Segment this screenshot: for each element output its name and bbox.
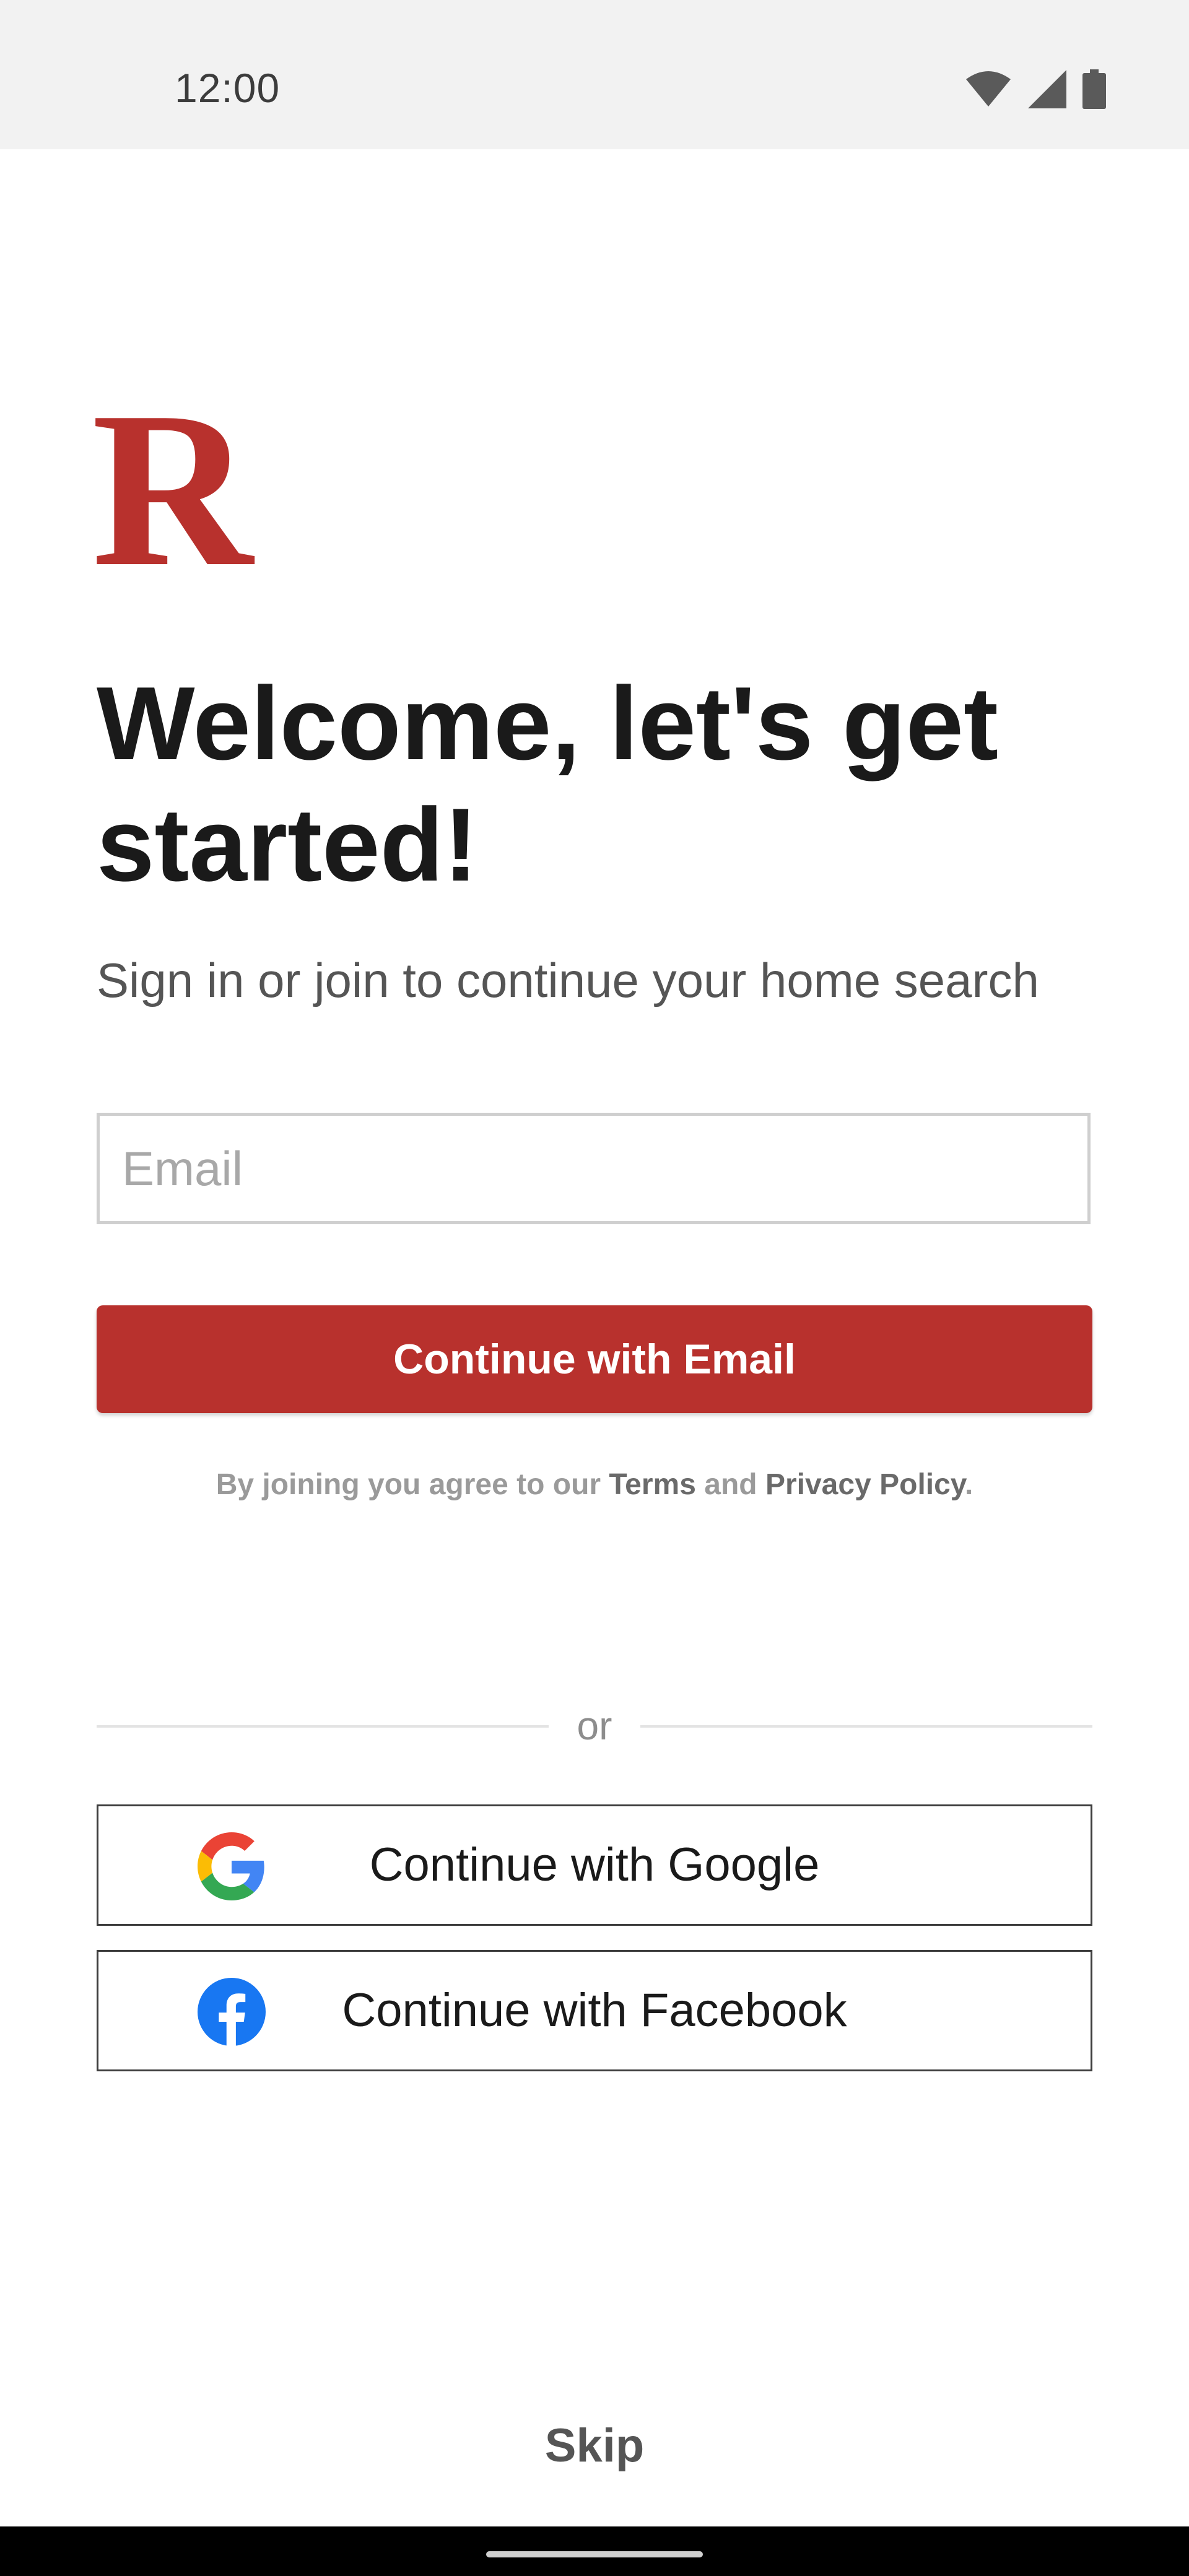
app-logo: R bbox=[92, 365, 253, 612]
page-subtitle: Sign in or join to continue your home se… bbox=[97, 953, 1039, 1007]
divider-right bbox=[640, 1725, 1092, 1728]
divider-or-label: or bbox=[577, 1704, 612, 1748]
email-field[interactable] bbox=[97, 1113, 1091, 1224]
wifi-icon bbox=[966, 71, 1011, 107]
terms-middle: and bbox=[695, 1468, 765, 1501]
terms-link[interactable]: Terms bbox=[609, 1468, 696, 1501]
divider-left bbox=[97, 1725, 549, 1728]
terms-notice: By joining you agree to our Terms and Pr… bbox=[0, 1468, 1189, 1502]
home-gesture-handle[interactable] bbox=[486, 2551, 703, 2557]
page-title: Welcome, let's get started! bbox=[97, 665, 998, 903]
status-bar: 12:00 bbox=[0, 0, 1189, 149]
privacy-policy-link[interactable]: Privacy Policy bbox=[765, 1468, 965, 1501]
skip-button[interactable]: Skip bbox=[0, 2419, 1189, 2473]
continue-with-email-button[interactable]: Continue with Email bbox=[97, 1305, 1092, 1413]
status-time: 12:00 bbox=[175, 65, 281, 111]
terms-suffix: . bbox=[964, 1468, 973, 1501]
facebook-icon bbox=[198, 1978, 266, 2046]
google-icon bbox=[198, 1832, 264, 1900]
system-nav-bar bbox=[0, 2526, 1189, 2576]
continue-with-google-button[interactable]: Continue with Google bbox=[97, 1804, 1092, 1926]
continue-with-facebook-button[interactable]: Continue with Facebook bbox=[97, 1950, 1092, 2071]
cellular-signal-icon bbox=[1028, 70, 1066, 108]
terms-prefix: By joining you agree to our bbox=[216, 1468, 609, 1501]
status-icons bbox=[965, 69, 1106, 109]
battery-icon bbox=[1082, 69, 1106, 109]
